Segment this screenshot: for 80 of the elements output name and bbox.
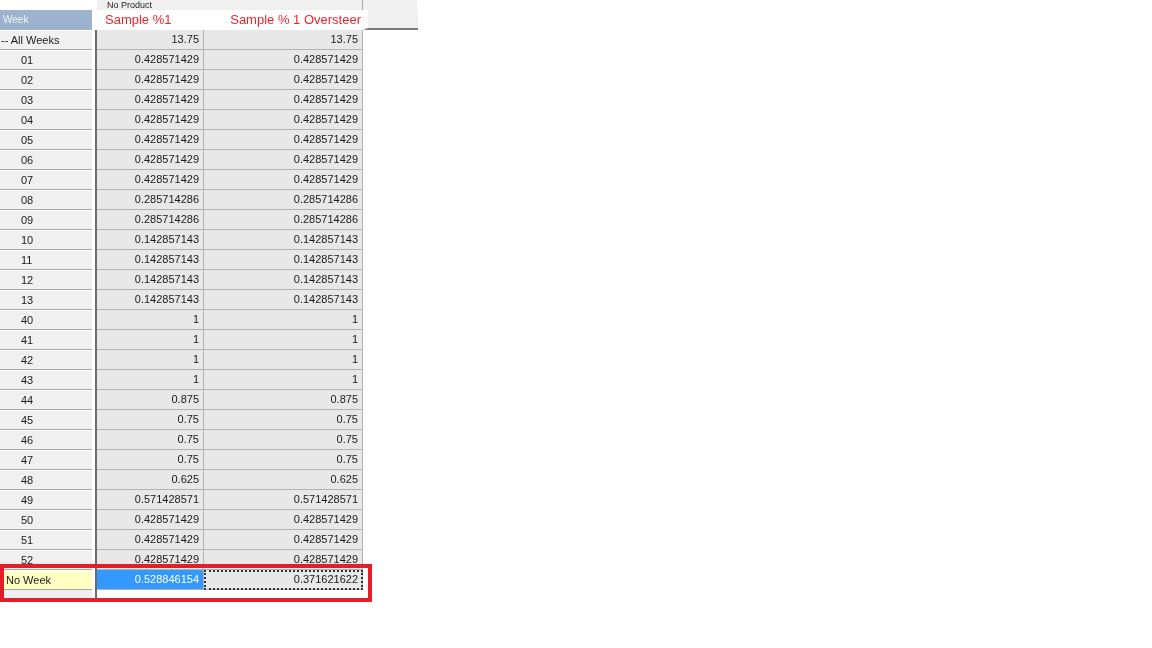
table-cell[interactable]: 0.142857143 xyxy=(204,250,363,270)
table-cell[interactable]: 1 xyxy=(97,370,204,390)
row-header[interactable]: 05 xyxy=(0,130,92,150)
row-header[interactable]: 51 xyxy=(0,530,92,550)
row-header[interactable]: -- All Weeks xyxy=(0,30,92,50)
table-cell[interactable]: 0.428571429 xyxy=(204,170,363,190)
row-header[interactable]: 13 xyxy=(0,290,92,310)
table-cell[interactable]: 1 xyxy=(204,310,363,330)
row-header[interactable]: 07 xyxy=(0,170,92,190)
table-cell[interactable]: 13.75 xyxy=(204,30,363,50)
row-header[interactable]: 41 xyxy=(0,330,92,350)
table-cell[interactable]: 0.428571429 xyxy=(204,70,363,90)
table-cell[interactable]: 0.75 xyxy=(204,410,363,430)
table-cell[interactable]: 0.625 xyxy=(204,470,363,490)
row-header[interactable]: 02 xyxy=(0,70,92,90)
table-cell[interactable]: 1 xyxy=(204,370,363,390)
table-cell[interactable]: 0.428571429 xyxy=(204,530,363,550)
table-cell[interactable]: 0.142857143 xyxy=(204,270,363,290)
row-header[interactable]: 08 xyxy=(0,190,92,210)
row-header[interactable]: 47 xyxy=(0,450,92,470)
column-group-header: No Product xyxy=(97,0,363,10)
table-cell[interactable]: 1 xyxy=(204,350,363,370)
table-cell[interactable]: 0.142857143 xyxy=(97,270,204,290)
table-cell[interactable]: 0.428571429 xyxy=(204,130,363,150)
table-cell[interactable]: 0.428571429 xyxy=(204,150,363,170)
table-cell[interactable]: 0.75 xyxy=(97,430,204,450)
table-cell[interactable]: 0.571428571 xyxy=(204,490,363,510)
row-header[interactable]: 03 xyxy=(0,90,92,110)
table-cell[interactable]: 0.428571429 xyxy=(97,90,204,110)
table-cell[interactable]: 0.428571429 xyxy=(97,70,204,90)
row-header[interactable]: 42 xyxy=(0,350,92,370)
table-cell[interactable]: 0.285714286 xyxy=(97,210,204,230)
row-header[interactable]: 06 xyxy=(0,150,92,170)
table-cell[interactable]: 0.428571429 xyxy=(97,110,204,130)
table-cell[interactable]: 0.75 xyxy=(97,410,204,430)
table-cell[interactable]: 13.75 xyxy=(97,30,204,50)
table-cell[interactable]: 0.142857143 xyxy=(97,250,204,270)
table-cell[interactable]: 0.75 xyxy=(97,450,204,470)
table-cell[interactable]: 0.428571429 xyxy=(204,510,363,530)
table-cell[interactable]: 1 xyxy=(97,350,204,370)
table-cell[interactable]: 0.428571429 xyxy=(204,110,363,130)
table-cell[interactable]: 0.285714286 xyxy=(204,210,363,230)
row-header[interactable]: 49 xyxy=(0,490,92,510)
table-cell[interactable]: 0.428571429 xyxy=(204,50,363,70)
row-header[interactable]: 01 xyxy=(0,50,92,70)
row-header[interactable]: 04 xyxy=(0,110,92,130)
table-cell[interactable]: 0.428571429 xyxy=(97,530,204,550)
table-cell[interactable]: 0.875 xyxy=(97,390,204,410)
table-cell[interactable]: 0.371621622 xyxy=(204,570,363,590)
table-cell[interactable]: 0.428571429 xyxy=(97,130,204,150)
row-header[interactable]: 46 xyxy=(0,430,92,450)
row-header[interactable]: 43 xyxy=(0,370,92,390)
table-cell[interactable]: 0.428571429 xyxy=(97,150,204,170)
table-cell[interactable]: 1 xyxy=(204,330,363,350)
table-cell[interactable]: 0.428571429 xyxy=(97,50,204,70)
table-cell[interactable]: 0.142857143 xyxy=(97,290,204,310)
table-cell[interactable]: 0.142857143 xyxy=(204,290,363,310)
table-cell[interactable]: 0.75 xyxy=(204,450,363,470)
table-cell[interactable]: 1 xyxy=(97,310,204,330)
row-header[interactable]: 12 xyxy=(0,270,92,290)
row-header[interactable]: 48 xyxy=(0,470,92,490)
row-header[interactable]: 10 xyxy=(0,230,92,250)
table-cell[interactable]: 0.625 xyxy=(97,470,204,490)
row-header[interactable]: 50 xyxy=(0,510,92,530)
table-cell[interactable]: 1 xyxy=(97,330,204,350)
table-cell[interactable]: 0.285714286 xyxy=(97,190,204,210)
table-cell[interactable]: 0.428571429 xyxy=(204,90,363,110)
table-cell[interactable]: 0.142857143 xyxy=(204,230,363,250)
table-cell[interactable]: 0.875 xyxy=(204,390,363,410)
table-cell[interactable]: 0.142857143 xyxy=(97,230,204,250)
table-cell[interactable]: 0.75 xyxy=(204,430,363,450)
row-header[interactable]: 45 xyxy=(0,410,92,430)
row-header[interactable]: 11 xyxy=(0,250,92,270)
table-cell[interactable]: 0.428571429 xyxy=(97,510,204,530)
table-cell[interactable]: 0.571428571 xyxy=(97,490,204,510)
table-cell[interactable]: 0.285714286 xyxy=(204,190,363,210)
table-cell[interactable]: 0.428571429 xyxy=(97,170,204,190)
row-header[interactable]: 09 xyxy=(0,210,92,230)
row-header[interactable]: 40 xyxy=(0,310,92,330)
row-header[interactable]: 44 xyxy=(0,390,92,410)
